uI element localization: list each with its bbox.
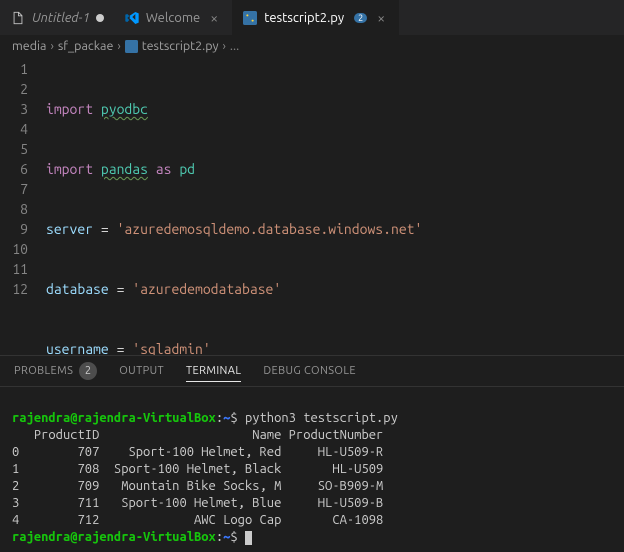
code-editor[interactable]: 1234 5678 9101112 import pyodbc import p… — [0, 57, 624, 355]
file-icon — [10, 10, 26, 26]
tab-problems[interactable]: PROBLEMS 2 — [14, 362, 97, 380]
tab-label: Welcome — [146, 11, 200, 25]
output-row: 1 708 Sport-100 Helmet, Black HL-U509 — [12, 462, 383, 476]
variable: database — [46, 281, 109, 297]
vscode-icon — [124, 10, 140, 26]
panel-tab-label: DEBUG CONSOLE — [263, 365, 356, 377]
keyword: import — [46, 161, 93, 177]
output-row: 4 712 AWC Logo Cap CA-1098 — [12, 513, 383, 527]
prompt-dollar: $ — [230, 411, 245, 425]
line-gutter: 1234 5678 9101112 — [0, 59, 46, 355]
string: 'azuredemosqldemo.database.windows.net' — [117, 221, 423, 237]
panel-tab-label: TERMINAL — [186, 365, 241, 377]
output-header: ProductID Name ProductNumber — [12, 428, 383, 442]
chevron-right-icon: › — [117, 40, 120, 53]
breadcrumb-ellipsis[interactable]: ... — [230, 39, 239, 53]
modified-dot-icon — [96, 14, 104, 22]
code-content[interactable]: import pyodbc import pandas as pd server… — [46, 59, 624, 355]
tab-bar: Untitled-1 Welcome × testscript2.py 2 × — [0, 0, 624, 35]
prompt-colon: : — [216, 530, 223, 544]
python-file-icon — [125, 40, 138, 53]
string: 'sqladmin' — [132, 341, 210, 355]
prompt-path: ~ — [223, 530, 230, 544]
tab-label: testscript2.py — [264, 11, 344, 25]
tab-untitled[interactable]: Untitled-1 — [0, 0, 114, 35]
output-row: 2 709 Mountain Bike Socks, M SO-B909-M — [12, 479, 383, 493]
string: 'azuredemodatabase' — [132, 281, 281, 297]
problems-badge: 2 — [79, 362, 97, 380]
variable: username — [46, 341, 109, 355]
chevron-right-icon: › — [223, 40, 226, 53]
alias: pd — [179, 161, 195, 177]
tab-output[interactable]: OUTPUT — [119, 365, 164, 377]
breadcrumb-seg[interactable]: media — [12, 39, 46, 53]
python-file-icon — [242, 10, 258, 26]
panel-tab-label: OUTPUT — [119, 365, 164, 377]
panel-tab-bar: PROBLEMS 2 OUTPUT TERMINAL DEBUG CONSOLE — [0, 355, 624, 387]
operator: = — [93, 221, 117, 237]
operator: = — [109, 341, 133, 355]
module: pyodbc — [101, 101, 148, 117]
breadcrumb[interactable]: media › sf_packae › testscript2.py › ... — [0, 35, 624, 57]
problem-count-badge: 2 — [354, 13, 367, 23]
close-icon[interactable]: × — [373, 10, 389, 26]
tab-terminal[interactable]: TERMINAL — [186, 365, 241, 382]
prompt-user: rajendra@rajendra-VirtualBox — [12, 530, 216, 544]
output-row: 0 707 Sport-100 Helmet, Red HL-U509-R — [12, 445, 383, 459]
tab-welcome[interactable]: Welcome × — [114, 0, 232, 35]
breadcrumb-seg[interactable]: sf_packae — [58, 39, 114, 53]
keyword: as — [156, 161, 172, 177]
output-row: 3 711 Sport-100 Helmet, Blue HL-U509-B — [12, 496, 383, 510]
prompt-dollar: $ — [230, 530, 245, 544]
panel-tab-label: PROBLEMS — [14, 365, 73, 377]
terminal-cursor — [245, 531, 252, 545]
terminal-command: python3 testscript.py — [245, 411, 398, 425]
variable: server — [46, 221, 93, 237]
prompt-user: rajendra@rajendra-VirtualBox — [12, 411, 216, 425]
module: pandas — [101, 161, 148, 177]
tab-label: Untitled-1 — [32, 11, 90, 25]
terminal-panel[interactable]: rajendra@rajendra-VirtualBox:~$ python3 … — [0, 387, 624, 552]
chevron-right-icon: › — [50, 40, 53, 53]
keyword: import — [46, 101, 93, 117]
breadcrumb-seg[interactable]: testscript2.py — [142, 39, 219, 53]
close-icon[interactable]: × — [206, 10, 222, 26]
tab-testscript2[interactable]: testscript2.py 2 × — [232, 0, 399, 35]
tab-debug-console[interactable]: DEBUG CONSOLE — [263, 365, 356, 377]
operator: = — [109, 281, 133, 297]
